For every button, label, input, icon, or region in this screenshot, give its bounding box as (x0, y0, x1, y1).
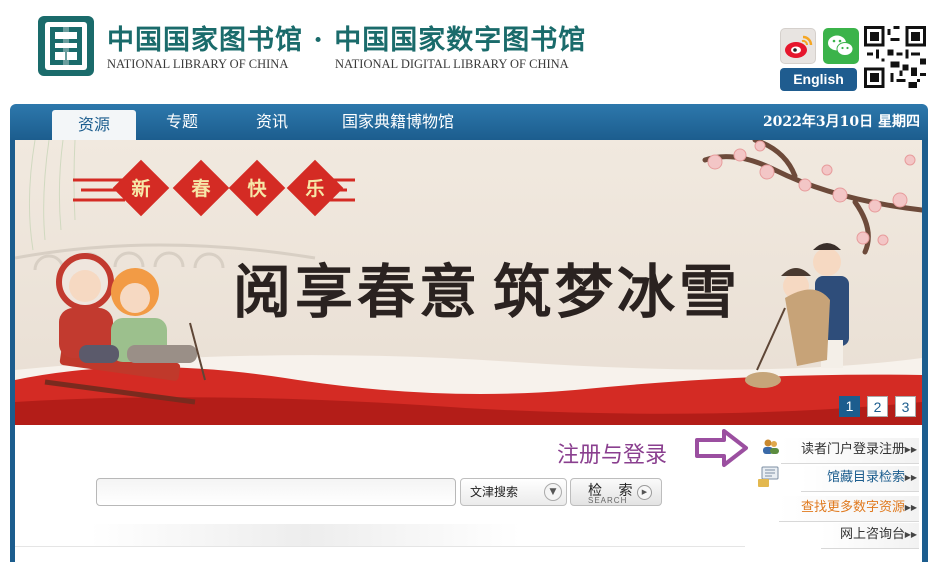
greeting-char-4: 乐 (305, 178, 324, 200)
double-chevron-icon: ▶▶ (904, 473, 917, 482)
side-link-label: 读者门户登录注册 (800, 442, 905, 457)
double-chevron-icon: ▶▶ (904, 445, 917, 454)
site-subtitle-right: NATIONAL DIGITAL LIBRARY OF CHINA (335, 57, 569, 71)
greeting-char-1: 新 (131, 177, 150, 200)
search-shadow (90, 524, 520, 546)
side-link-label: 馆藏目录检索 (826, 470, 905, 485)
search-type-select[interactable]: 文津搜索 ▼ (460, 478, 567, 506)
library-logo-icon[interactable] (36, 14, 96, 78)
carousel-page-3[interactable]: 3 (895, 396, 916, 417)
search-type-value: 文津搜索 (470, 485, 519, 499)
main-nav: 资源 专题 资讯 国家典籍博物馆 2022年3月10日 星期四 (10, 104, 928, 140)
search-button-sublabel: SEARCH (588, 496, 628, 505)
frame-right-border (922, 140, 928, 562)
current-date: 2022年3月10日 星期四 (762, 114, 920, 130)
page: 中国国家图书馆 · 中国国家数字图书馆 NATIONAL LIBRARY OF … (0, 0, 933, 562)
side-link-portal-login[interactable]: 读者门户登录注册 ▶▶ (781, 438, 919, 464)
side-link-more-digital-resources[interactable]: 查找更多数字资源 ▶▶ (779, 496, 919, 522)
nav-item-museum[interactable]: 国家典籍博物馆 (342, 104, 454, 140)
play-arrow-icon: ▶ (637, 485, 652, 500)
wechat-icon[interactable] (823, 28, 859, 64)
greeting-char-2: 春 (191, 177, 210, 200)
greeting-char-3: 快 (247, 177, 267, 200)
divider (15, 546, 745, 547)
banner-illustration: 阅享春意 筑梦冰雪 新 春 快 乐 (15, 140, 922, 425)
register-login-hint: 注册与登录 (557, 443, 668, 468)
double-chevron-icon: ▶▶ (904, 503, 917, 512)
side-link-label: 网上咨询台 (839, 527, 905, 542)
chevron-down-icon[interactable]: ▼ (544, 483, 562, 501)
qr-code-icon (864, 26, 926, 88)
banner-carousel[interactable]: 阅享春意 筑梦冰雪 新 春 快 乐 (15, 140, 922, 425)
arrow-right-icon (695, 429, 748, 467)
user-group-icon (763, 439, 779, 454)
nav-item-news[interactable]: 资讯 (256, 104, 288, 140)
english-button[interactable]: English (780, 68, 857, 91)
site-subtitle-left: NATIONAL LIBRARY OF CHINA (107, 57, 289, 71)
banner-slogan-left: 阅享春意 (233, 258, 481, 326)
search-button[interactable]: 检 索 SEARCH ▶ (570, 478, 662, 506)
banner-slogan-right: 筑梦冰雪 (493, 258, 741, 326)
carousel-page-2[interactable]: 2 (867, 396, 888, 417)
double-chevron-icon: ▶▶ (904, 530, 917, 539)
side-link-online-consult[interactable]: 网上咨询台 ▶▶ (821, 523, 919, 549)
search-input[interactable] (96, 478, 456, 506)
side-link-catalog-search[interactable]: 馆藏目录检索 ▶▶ (801, 466, 919, 492)
carousel-page-1[interactable]: 1 (839, 396, 860, 417)
catalog-icon (758, 466, 779, 487)
weibo-icon[interactable] (780, 28, 816, 64)
site-title: 中国国家图书馆 · 中国国家数字图书馆 (107, 25, 587, 56)
side-link-label: 查找更多数字资源 (800, 500, 905, 515)
nav-item-topics[interactable]: 专题 (166, 104, 198, 140)
nav-item-resources[interactable]: 资源 (52, 110, 136, 140)
